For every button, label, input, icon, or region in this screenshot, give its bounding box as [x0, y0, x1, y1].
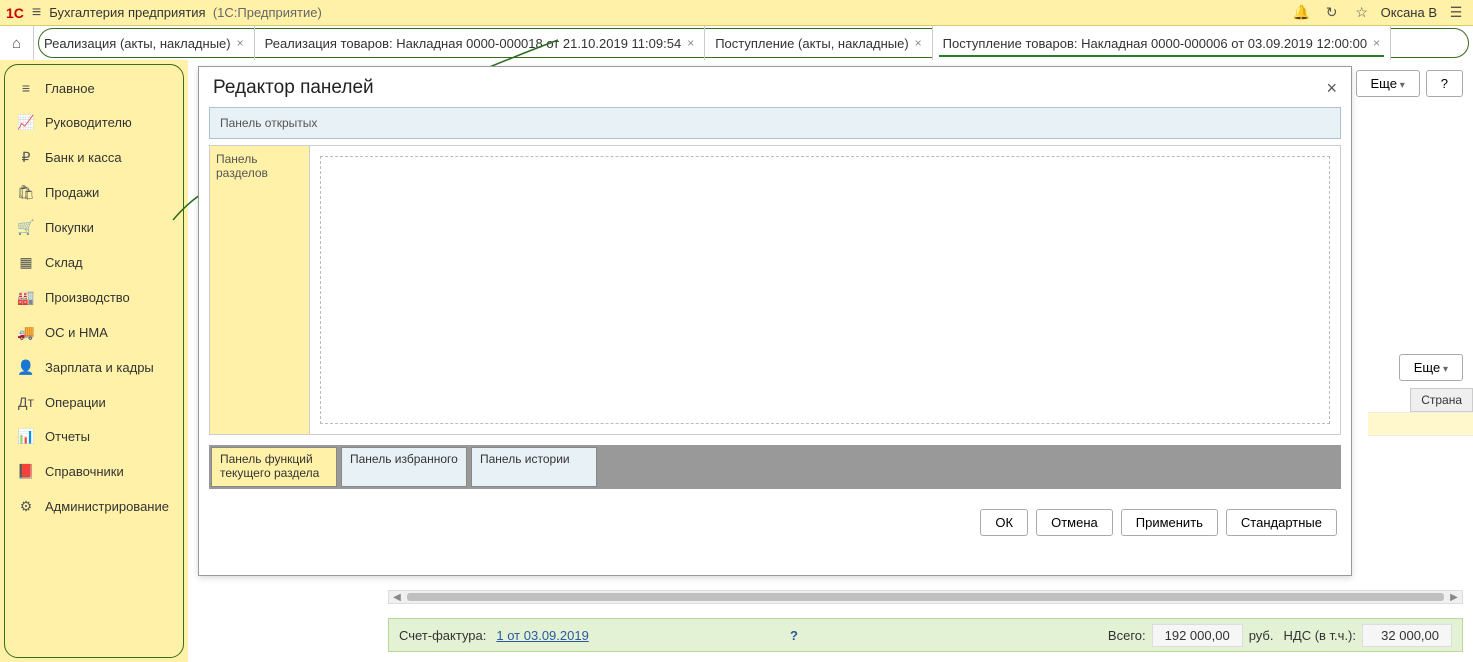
ruble-icon: ₽ [17, 149, 35, 166]
vat-label: НДС (в т.ч.): [1284, 628, 1357, 643]
factory-icon: 🏭 [17, 289, 35, 306]
close-icon[interactable]: × [915, 36, 922, 50]
grid-icon: ▦ [17, 254, 35, 271]
close-icon[interactable]: × [237, 36, 244, 50]
more-button-mid[interactable]: Еще [1399, 354, 1463, 381]
bell-icon[interactable]: 🔔 [1291, 4, 1313, 21]
more-button-top[interactable]: Еще [1356, 70, 1420, 97]
footer-bar: Счет-фактура: 1 от 03.09.2019 ? Всего: 1… [388, 618, 1463, 652]
sidebar-item-pokupki[interactable]: 🛒Покупки [5, 210, 183, 245]
logo-1c: 1C [6, 5, 24, 21]
total-label: Всего: [1108, 628, 1146, 643]
gear-icon: ⚙ [17, 498, 35, 515]
content-area: 🔗 Еще ? Еще Страна Редактор панелей × Па… [188, 60, 1473, 662]
sidebar-item-rukovoditelyu[interactable]: 📈Руководителю [5, 105, 183, 140]
dt-kt-icon: Дт [17, 394, 35, 410]
sidebar-item-admin[interactable]: ⚙Администрирование [5, 489, 183, 524]
burger-icon[interactable]: ≡ [32, 4, 41, 22]
chart-icon: 📈 [17, 114, 35, 131]
table-row[interactable] [1368, 412, 1473, 436]
tab-postuplenie-doc[interactable]: Поступление товаров: Накладная 0000-0000… [933, 26, 1391, 60]
tab-bar: ⌂ Реализация (акты, накладные)× Реализац… [0, 26, 1473, 60]
horizontal-scrollbar[interactable]: ◀ ▶ [388, 590, 1463, 604]
person-icon: 👤 [17, 359, 35, 376]
panel-editor-dialog: Редактор панелей × Панель открытых Панел… [198, 66, 1352, 576]
close-icon[interactable]: × [1373, 36, 1380, 50]
panel-tabs-row: Панель функций текущего раздела Панель и… [209, 445, 1341, 489]
panel-sections-area[interactable]: Панель разделов [210, 146, 310, 434]
sidebar-item-os-nma[interactable]: 🚚ОС и НМА [5, 315, 183, 350]
close-icon[interactable]: × [1326, 78, 1337, 99]
sidebar-item-prodazhi[interactable]: 🛍Продажи [5, 175, 183, 210]
total-value: 192 000,00 [1152, 624, 1243, 647]
title-bar: 1C ≡ Бухгалтерия предприятия (1С:Предпри… [0, 0, 1473, 26]
bag-icon: 🛍 [17, 184, 35, 201]
app-name: Бухгалтерия предприятия (1С:Предприятие) [49, 5, 322, 20]
sidebar-item-otchety[interactable]: 📊Отчеты [5, 419, 183, 454]
menu-icon: ≡ [17, 80, 35, 96]
scroll-right-icon[interactable]: ▶ [1446, 592, 1462, 603]
standard-button[interactable]: Стандартные [1226, 509, 1337, 536]
user-name[interactable]: Оксана В [1381, 5, 1437, 20]
cart-icon: 🛒 [17, 219, 35, 236]
sidebar-item-sklad[interactable]: ▦Склад [5, 245, 183, 280]
cancel-button[interactable]: Отмена [1036, 509, 1113, 536]
sidebar-item-spravochniki[interactable]: 📕Справочники [5, 454, 183, 489]
panel-open-area[interactable]: Панель открытых [209, 107, 1341, 139]
report-icon: 📊 [17, 428, 35, 445]
invoice-label: Счет-фактура: [399, 628, 486, 643]
scroll-left-icon[interactable]: ◀ [389, 592, 405, 603]
panel-tab-favorites[interactable]: Панель избранного [341, 447, 467, 487]
home-icon[interactable]: ⌂ [0, 26, 34, 60]
sidebar: ≡Главное 📈Руководителю ₽Банк и касса 🛍Пр… [0, 60, 188, 662]
close-icon[interactable]: × [687, 36, 694, 50]
panel-main-area[interactable] [310, 146, 1340, 434]
truck-icon: 🚚 [17, 324, 35, 341]
currency-label: руб. [1249, 628, 1274, 643]
tab-realizatsiya-list[interactable]: Реализация (акты, накладные)× [34, 26, 255, 60]
tab-postuplenie-list[interactable]: Поступление (акты, накладные)× [705, 26, 932, 60]
sidebar-item-glavnoe[interactable]: ≡Главное [5, 71, 183, 105]
sidebar-item-operatsii[interactable]: ДтОперации [5, 385, 183, 419]
star-icon[interactable]: ☆ [1351, 4, 1373, 21]
help-button[interactable]: ? [1426, 70, 1463, 97]
sidebar-item-proizvodstvo[interactable]: 🏭Производство [5, 280, 183, 315]
menu-lines-icon[interactable]: ☰ [1445, 4, 1467, 21]
dialog-title: Редактор панелей [213, 77, 374, 99]
panel-tab-history[interactable]: Панель истории [471, 447, 597, 487]
sidebar-item-zarplata[interactable]: 👤Зарплата и кадры [5, 350, 183, 385]
history-icon[interactable]: ↻ [1321, 4, 1343, 21]
ok-button[interactable]: ОК [980, 509, 1028, 536]
panel-tab-functions[interactable]: Панель функций текущего раздела [211, 447, 337, 487]
column-header-country[interactable]: Страна [1410, 388, 1473, 412]
tab-realizatsiya-doc[interactable]: Реализация товаров: Накладная 0000-00001… [255, 26, 706, 60]
sidebar-item-bank[interactable]: ₽Банк и касса [5, 140, 183, 175]
scrollbar-thumb[interactable] [407, 593, 1444, 601]
book-icon: 📕 [17, 463, 35, 480]
invoice-link[interactable]: 1 от 03.09.2019 [496, 628, 588, 643]
footer-help-icon[interactable]: ? [790, 628, 798, 643]
vat-value: 32 000,00 [1362, 624, 1452, 647]
apply-button[interactable]: Применить [1121, 509, 1218, 536]
